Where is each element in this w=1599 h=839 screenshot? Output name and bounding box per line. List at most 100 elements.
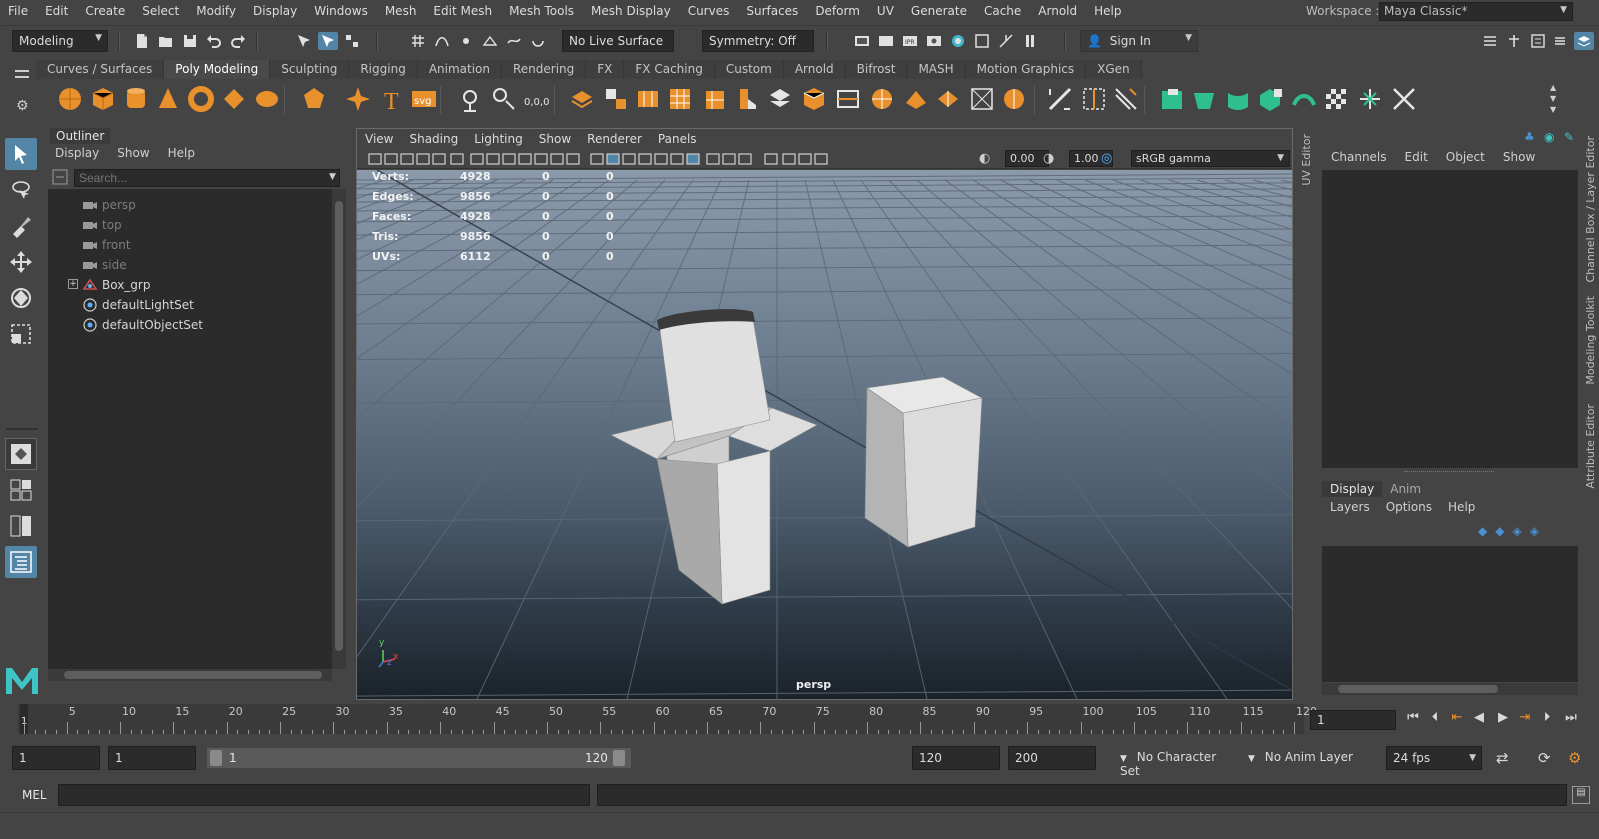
edge-loop-icon[interactable] bbox=[834, 85, 862, 113]
modeling-toolkit-tab[interactable]: Modeling Toolkit bbox=[1584, 296, 1597, 385]
shelf-tab-rigging[interactable]: Rigging bbox=[349, 60, 418, 79]
command-input[interactable] bbox=[58, 784, 590, 806]
bookmarks-icon[interactable] bbox=[399, 151, 415, 167]
poly-cone-icon[interactable] bbox=[154, 85, 182, 113]
grease-pencil-icon[interactable] bbox=[431, 151, 447, 167]
bevel-icon[interactable] bbox=[490, 85, 518, 113]
xray-active-components-icon[interactable] bbox=[797, 151, 813, 167]
shelf-tab-custom[interactable]: Custom bbox=[714, 60, 784, 79]
film-gate-icon[interactable] bbox=[485, 151, 501, 167]
poly-cylinder-icon[interactable] bbox=[122, 85, 150, 113]
scrollbar-thumb[interactable] bbox=[64, 671, 322, 679]
render-settings-icon[interactable] bbox=[924, 32, 944, 50]
layer-tab-display[interactable]: Display bbox=[1322, 481, 1383, 497]
menu-arnold[interactable]: Arnold bbox=[1030, 4, 1086, 18]
move-tool-icon[interactable] bbox=[5, 246, 37, 278]
menuset-dropdown[interactable]: Modeling ▼ bbox=[12, 30, 108, 52]
soft-select-icon[interactable] bbox=[902, 85, 930, 113]
uv-planar-icon[interactable] bbox=[1190, 85, 1218, 113]
wireframe-icon[interactable] bbox=[589, 151, 605, 167]
append-icon[interactable] bbox=[732, 85, 760, 113]
grid-icon[interactable] bbox=[469, 151, 485, 167]
channel-box-lock-icon[interactable]: ♣ bbox=[1524, 130, 1540, 146]
motion-blur-icon[interactable] bbox=[705, 151, 721, 167]
auto-key-icon[interactable]: ⟳ bbox=[1538, 749, 1551, 767]
xray-joints-icon[interactable] bbox=[813, 151, 829, 167]
separate-icon[interactable] bbox=[602, 85, 630, 113]
render-view-icon[interactable] bbox=[852, 32, 872, 50]
channel-menu-edit[interactable]: Edit bbox=[1396, 150, 1437, 164]
menu-mesh[interactable]: Mesh bbox=[377, 4, 426, 18]
field-chart-icon[interactable] bbox=[533, 151, 549, 167]
exposure-icon[interactable]: ◐ bbox=[979, 151, 995, 167]
viewport-menu-view[interactable]: View bbox=[357, 132, 401, 146]
new-layer-selected-icon[interactable]: ◈ bbox=[1530, 524, 1539, 538]
sign-in-button[interactable]: 👤 Sign In ▼ bbox=[1080, 30, 1198, 52]
attribute-editor-tab[interactable]: Attribute Editor bbox=[1584, 404, 1597, 489]
safe-action-icon[interactable] bbox=[549, 151, 565, 167]
shelf-menu-icon[interactable] bbox=[15, 70, 29, 78]
symmetry-dropdown[interactable]: Symmetry: Off bbox=[702, 30, 814, 52]
open-box-model[interactable] bbox=[610, 309, 818, 605]
animation-end-field[interactable]: 200 bbox=[1008, 746, 1096, 770]
gate-mask-icon[interactable] bbox=[517, 151, 533, 167]
workspace-dropdown[interactable]: Maya Classic* ▼ bbox=[1379, 2, 1573, 21]
playback-start-field[interactable]: 1 bbox=[108, 746, 196, 770]
fill-hole-icon[interactable] bbox=[766, 85, 794, 113]
snap-curve-icon[interactable] bbox=[432, 32, 452, 50]
shelf-tab-fx[interactable]: FX bbox=[586, 60, 625, 79]
poly-torus-icon[interactable] bbox=[187, 85, 215, 113]
layer-menu-options[interactable]: Options bbox=[1378, 500, 1440, 514]
menu-display[interactable]: Display bbox=[245, 4, 306, 18]
sculpt-icon[interactable] bbox=[456, 85, 484, 113]
shelf-tab-animation[interactable]: Animation bbox=[417, 60, 502, 79]
mirror-icon[interactable] bbox=[934, 85, 962, 113]
panel-resize-handle[interactable] bbox=[1404, 471, 1494, 475]
smooth-icon[interactable] bbox=[634, 85, 662, 113]
color-management-icon[interactable]: ◎ bbox=[1101, 151, 1117, 167]
step-back-key-icon[interactable]: ⇤ bbox=[1448, 710, 1466, 728]
shelf-scroll-arrows-icon[interactable]: ▲ ▼ ▼ bbox=[1550, 82, 1556, 115]
outliner-item-top[interactable]: top bbox=[48, 215, 332, 234]
render-frame-icon[interactable] bbox=[876, 32, 896, 50]
svg-icon[interactable]: svg bbox=[410, 85, 438, 113]
animation-preferences-icon[interactable]: ⚙ bbox=[1568, 749, 1581, 767]
play-backwards-icon[interactable]: ◀ bbox=[1470, 710, 1488, 728]
menu-edit[interactable]: Edit bbox=[37, 4, 77, 18]
shelf-tab-arnold[interactable]: Arnold bbox=[783, 60, 846, 79]
chevron-down-icon[interactable]: ▼ bbox=[329, 172, 336, 182]
shelf-tab-mash[interactable]: MASH bbox=[907, 60, 966, 79]
menu-select[interactable]: Select bbox=[134, 4, 188, 18]
layer-menu-help[interactable]: Help bbox=[1440, 500, 1483, 514]
use-all-lights-icon[interactable] bbox=[653, 151, 669, 167]
playback-end-field[interactable]: 120 bbox=[912, 746, 1000, 770]
shelf-tab-rendering[interactable]: Rendering bbox=[502, 60, 587, 79]
scale-tool-icon[interactable] bbox=[5, 318, 37, 350]
channel-menu-show[interactable]: Show bbox=[1494, 150, 1544, 164]
new-empty-layer-icon[interactable]: ◈ bbox=[1512, 524, 1521, 538]
rotate-tool-icon[interactable] bbox=[5, 282, 37, 314]
menu-mesh-display[interactable]: Mesh Display bbox=[583, 4, 680, 18]
move-layer-down-icon[interactable]: ◆ bbox=[1495, 524, 1504, 538]
closed-box-model[interactable] bbox=[864, 376, 983, 548]
shelf-tab-xgen[interactable]: XGen bbox=[1086, 60, 1142, 79]
current-frame-field[interactable]: 1 bbox=[1310, 710, 1396, 730]
outliner-menu-display[interactable]: Display bbox=[46, 146, 108, 160]
image-plane-icon[interactable] bbox=[415, 151, 431, 167]
uv-cylindrical-icon[interactable] bbox=[1224, 85, 1252, 113]
uv-sew-icon[interactable] bbox=[1390, 85, 1418, 113]
viewport-3d-canvas[interactable]: Verts: 4928 0 0 Edges: 9856 0 0 Faces: 4928 0 0 Tris… bbox=[357, 170, 1292, 699]
menu-help[interactable]: Help bbox=[1086, 4, 1130, 18]
edit-edge-flow-icon[interactable] bbox=[1046, 85, 1074, 113]
shelf-tab-poly-modeling[interactable]: Poly Modeling bbox=[164, 60, 271, 79]
toggle-layer-editor-icon[interactable] bbox=[1574, 32, 1594, 50]
combine-icon[interactable] bbox=[568, 85, 596, 113]
menu-edit-mesh[interactable]: Edit Mesh bbox=[425, 4, 501, 18]
menu-uv[interactable]: UV bbox=[869, 4, 903, 18]
shadows-icon[interactable] bbox=[669, 151, 685, 167]
uv-editor-green-icon[interactable] bbox=[1158, 85, 1186, 113]
toggle-tool-settings-icon[interactable] bbox=[1528, 32, 1548, 50]
uv-editor-tab[interactable]: UV Editor bbox=[1297, 128, 1315, 700]
multisample-aa-icon[interactable] bbox=[721, 151, 737, 167]
uv-checker-icon[interactable] bbox=[1322, 85, 1350, 113]
